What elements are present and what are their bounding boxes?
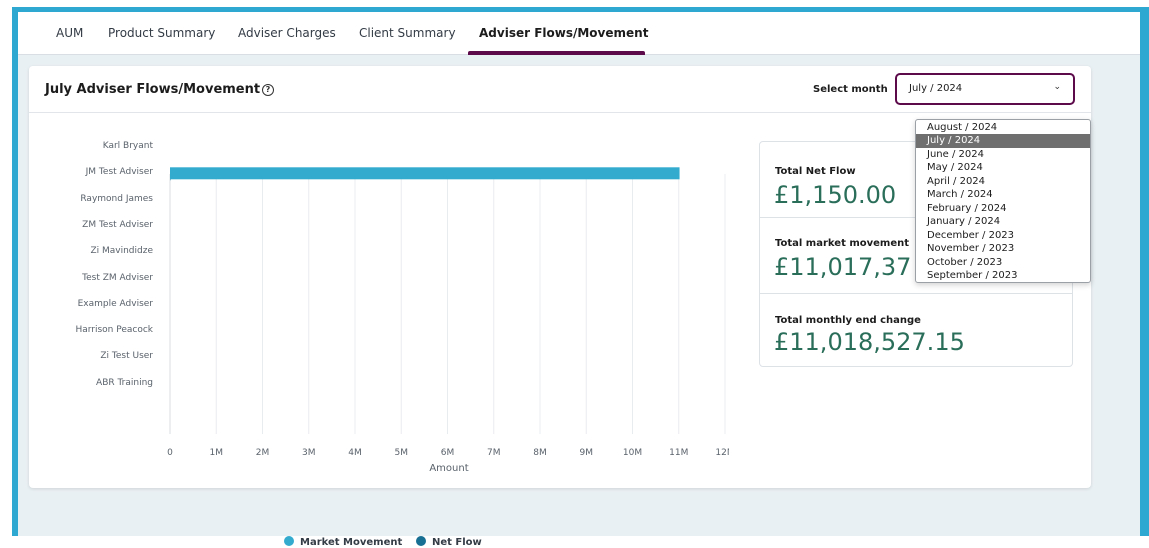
- tab-adviser-charges[interactable]: Adviser Charges: [238, 26, 336, 40]
- y-category-label: Zi Mavindidze: [90, 246, 153, 257]
- month-option[interactable]: January / 2024: [916, 215, 1090, 229]
- month-option[interactable]: September / 2023: [916, 269, 1090, 282]
- month-option[interactable]: August / 2024: [916, 121, 1090, 135]
- legend-dot-net-flow: [416, 536, 426, 546]
- x-tick-label: 10M: [623, 448, 642, 458]
- stat-value: £1,150.00: [774, 181, 897, 209]
- bar-market-movement: [170, 167, 680, 180]
- tab-client-summary[interactable]: Client Summary: [359, 26, 456, 40]
- active-tab-indicator: [468, 51, 645, 55]
- card-header: July Adviser Flows/Movement ? Select mon…: [29, 66, 1091, 113]
- month-dropdown-list: August / 2024 July / 2024 June / 2024 May /…: [915, 119, 1091, 283]
- y-axis-labels: Karl Bryant JM Test Adviser Raymond James Z…: [29, 66, 153, 436]
- x-tick-label: 8M: [533, 448, 547, 458]
- month-option[interactable]: May / 2024: [916, 161, 1090, 175]
- chevron-down-icon: ⌄: [1053, 82, 1061, 92]
- y-category-label: Test ZM Adviser: [82, 272, 153, 283]
- tab-product-summary[interactable]: Product Summary: [108, 26, 215, 40]
- legend-market-movement[interactable]: Market Movement: [284, 536, 402, 548]
- x-tick-label: 12M: [715, 448, 729, 458]
- x-tick-label: 11M: [669, 448, 688, 458]
- select-month-label: Select month: [813, 84, 888, 95]
- tab-bar: AUM Product Summary Adviser Charges Clie…: [18, 12, 1140, 55]
- month-option[interactable]: March / 2024: [916, 188, 1090, 202]
- y-category-label: Raymond James: [80, 193, 153, 204]
- stat-label: Total monthly end change: [775, 315, 921, 326]
- y-category-label: Zi Test User: [100, 351, 153, 362]
- stat-label: Total Net Flow: [775, 166, 856, 177]
- month-option[interactable]: December / 2023: [916, 229, 1090, 243]
- x-tick-label: 1M: [210, 448, 224, 458]
- y-category-label: ABR Training: [96, 377, 153, 388]
- stat-value: £11,017,37: [774, 253, 912, 281]
- bar-net-flow: [170, 179, 171, 181]
- legend-net-flow[interactable]: Net Flow: [416, 536, 482, 548]
- month-option[interactable]: July / 2024: [916, 134, 1090, 148]
- stat-label: Total market movement: [775, 238, 910, 249]
- y-category-label: Example Adviser: [77, 298, 153, 309]
- month-select-value: July / 2024: [909, 83, 963, 94]
- month-option[interactable]: June / 2024: [916, 148, 1090, 162]
- x-tick-label: 2M: [256, 448, 270, 458]
- legend-label-net-flow: Net Flow: [432, 537, 482, 548]
- y-category-label: ZM Test Adviser: [82, 219, 153, 230]
- month-select[interactable]: July / 2024 ⌄: [895, 73, 1075, 105]
- x-tick-label: 6M: [441, 448, 455, 458]
- stat-value: £11,018,527.15: [774, 328, 965, 356]
- y-category-label: Harrison Peacock: [75, 325, 153, 336]
- month-option[interactable]: October / 2023: [916, 256, 1090, 270]
- legend-dot-market-movement: [284, 536, 294, 546]
- tab-adviser-flows-movement[interactable]: Adviser Flows/Movement: [479, 26, 648, 40]
- legend-label-market-movement: Market Movement: [300, 537, 403, 548]
- y-category-label: JM Test Adviser: [85, 167, 153, 178]
- y-category-label: Karl Bryant: [102, 141, 153, 151]
- month-option[interactable]: February / 2024: [916, 202, 1090, 216]
- stat-total-monthly-end-change: Total monthly end change £11,018,527.15: [760, 294, 1072, 368]
- x-tick-label: 3M: [302, 448, 316, 458]
- tab-aum[interactable]: AUM: [56, 26, 83, 40]
- x-tick-label: 4M: [348, 448, 362, 458]
- x-tick-label: 0: [167, 448, 173, 458]
- question-circle-icon[interactable]: ?: [262, 84, 274, 96]
- month-option[interactable]: November / 2023: [916, 242, 1090, 256]
- x-axis-label: Amount: [429, 463, 468, 474]
- month-option[interactable]: April / 2024: [916, 175, 1090, 189]
- x-tick-label: 9M: [580, 448, 594, 458]
- x-tick-label: 5M: [395, 448, 409, 458]
- x-tick-label: 7M: [487, 448, 501, 458]
